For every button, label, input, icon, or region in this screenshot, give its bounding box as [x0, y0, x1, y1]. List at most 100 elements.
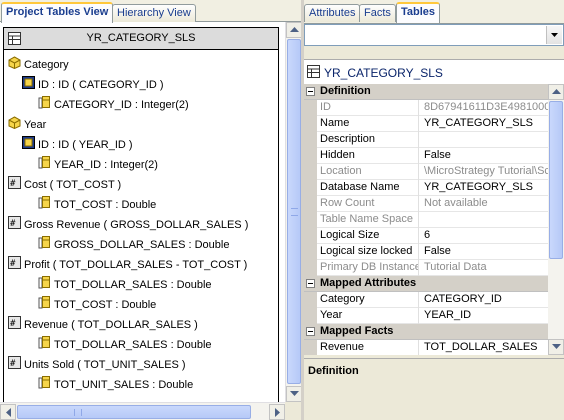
property-value[interactable]: CATEGORY_ID [422, 292, 548, 308]
attribute-icon [8, 116, 21, 134]
property-category[interactable]: Mapped Attributes [304, 276, 548, 292]
property-row[interactable]: Location \MicroStrategy Tutorial\Sc [304, 164, 548, 180]
tree-item[interactable]: # Gross Revenue ( GROSS_DOLLAR_SALES ) [8, 216, 248, 234]
column-icon [38, 196, 51, 214]
property-category[interactable]: Mapped Facts [304, 324, 548, 340]
scroll-left-button[interactable] [0, 404, 16, 420]
property-row[interactable]: Logical Size 6 [304, 228, 548, 244]
property-row[interactable]: Hidden False [304, 148, 548, 164]
property-row[interactable]: ID 8D67941611D3E4981000 [304, 100, 548, 116]
tab-project-tables-view[interactable]: Project Tables View [1, 2, 114, 23]
fact-icon: # [8, 316, 21, 334]
tree-item-label: Year [24, 119, 47, 131]
tree-item[interactable]: ID : ID ( YEAR_ID ) [22, 136, 133, 154]
scroll-up-button[interactable] [548, 84, 564, 100]
property-row-margin [304, 100, 317, 116]
table-card-header[interactable]: YR_CATEGORY_SLS [4, 28, 278, 50]
tree-item-label: TOT_UNIT_SALES : Double [54, 379, 194, 391]
tree-item[interactable]: # Units Sold ( TOT_UNIT_SALES ) [8, 356, 186, 374]
tree-item[interactable]: TOT_UNIT_SALES : Double [38, 376, 193, 394]
property-row[interactable]: Description [304, 132, 548, 148]
scroll-up-button[interactable] [286, 22, 302, 38]
property-value[interactable]: YEAR_ID [422, 308, 548, 324]
description-panel: Definition [304, 358, 564, 420]
dropdown-button[interactable] [546, 26, 562, 44]
property-value[interactable] [422, 132, 548, 148]
table-icon [307, 65, 320, 81]
column-icon [38, 236, 51, 254]
property-row[interactable]: Revenue TOT_DOLLAR_SALES [304, 340, 548, 355]
scroll-grip [291, 208, 298, 216]
property-name: Name [318, 116, 419, 132]
property-name: Logical size locked [318, 244, 419, 260]
tree-item-label: CATEGORY_ID : Integer(2) [54, 99, 189, 111]
tree-item[interactable]: Category [8, 56, 69, 74]
property-row[interactable]: Row Count Not available [304, 196, 548, 212]
properties-vertical-scrollbar[interactable] [548, 84, 564, 355]
table-card[interactable]: YR_CATEGORY_SLS Category ID : ID ( CATEGO… [3, 27, 279, 402]
property-row[interactable]: Name YR_CATEGORY_SLS [304, 116, 548, 132]
property-value[interactable]: YR_CATEGORY_SLS [422, 180, 548, 196]
property-row[interactable]: Table Name Space [304, 212, 548, 228]
left-vertical-scrollbar[interactable] [285, 22, 302, 402]
tree-item[interactable]: Year [8, 116, 46, 134]
collapse-icon[interactable] [306, 87, 315, 96]
property-value[interactable]: 6 [422, 228, 548, 244]
property-value[interactable]: TOT_DOLLAR_SALES [422, 340, 548, 355]
property-name: Primary DB Instance [318, 260, 419, 276]
tree-item[interactable]: GROSS_DOLLAR_SALES : Double [38, 236, 229, 254]
property-name: Database Name [318, 180, 419, 196]
tree-item[interactable]: TOT_DOLLAR_SALES : Double [38, 336, 212, 354]
left-horizontal-scrollbar[interactable] [0, 402, 285, 420]
svg-text:#: # [10, 359, 16, 369]
tab-hierarchy-view[interactable]: Hierarchy View [112, 4, 196, 22]
tab-tables[interactable]: Tables [396, 2, 441, 23]
property-row[interactable]: Year YEAR_ID [304, 308, 548, 324]
tree-item[interactable]: # Revenue ( TOT_DOLLAR_SALES ) [8, 316, 198, 334]
scroll-down-button[interactable] [286, 386, 302, 402]
scroll-thumb[interactable] [549, 101, 563, 259]
tree-item[interactable]: ID : ID ( CATEGORY_ID ) [22, 76, 164, 94]
fact-icon: # [8, 176, 21, 194]
property-value[interactable]: False [422, 148, 548, 164]
property-row[interactable]: Category CATEGORY_ID [304, 292, 548, 308]
tree-item[interactable]: # Profit ( TOT_DOLLAR_SALES - TOT_COST ) [8, 256, 247, 274]
column-icon [38, 336, 51, 354]
arrow-down-icon [290, 391, 299, 396]
tree-item[interactable]: TOT_COST : Double [38, 296, 156, 314]
property-value[interactable]: YR_CATEGORY_SLS [422, 116, 548, 132]
scroll-thumb[interactable] [287, 39, 301, 384]
tree-item-label: GROSS_DOLLAR_SALES : Double [54, 239, 230, 251]
scrollbar-corner [285, 402, 301, 420]
object-selector-dropdown[interactable] [304, 24, 564, 46]
property-row-margin [304, 292, 317, 308]
horizontal-scroll-thumb[interactable] [17, 405, 251, 419]
property-row-margin [304, 164, 317, 180]
arrow-up-icon [552, 89, 561, 94]
property-value: 8D67941611D3E4981000 [424, 101, 548, 113]
property-name: ID [318, 100, 419, 116]
tree-item[interactable]: CATEGORY_ID : Integer(2) [38, 96, 189, 114]
scroll-right-button[interactable] [269, 404, 285, 420]
property-name: Logical Size [318, 228, 419, 244]
tree-item[interactable]: TOT_COST : Double [38, 196, 156, 214]
tree-item-label: Cost ( TOT_COST ) [24, 179, 122, 191]
attribute-icon [8, 56, 21, 74]
scroll-down-button[interactable] [548, 339, 564, 355]
svg-text:#: # [10, 319, 16, 329]
tab-attributes[interactable]: Attributes [304, 4, 361, 22]
property-row[interactable]: Primary DB Instance Tutorial Data [304, 260, 548, 276]
tree-item[interactable]: # Cost ( TOT_COST ) [8, 176, 121, 194]
tab-facts[interactable]: Facts [359, 4, 396, 22]
collapse-icon[interactable] [306, 327, 315, 336]
collapse-icon[interactable] [306, 279, 315, 288]
tree-item-label: Profit ( TOT_DOLLAR_SALES - TOT_COST ) [24, 259, 248, 271]
property-row[interactable]: Database Name YR_CATEGORY_SLS [304, 180, 548, 196]
property-category[interactable]: Definition [304, 84, 548, 100]
property-value[interactable]: False [422, 244, 548, 260]
property-row[interactable]: Logical size locked False [304, 244, 548, 260]
tree-item[interactable]: YEAR_ID : Integer(2) [38, 156, 158, 174]
property-row-margin [304, 228, 317, 244]
properties-object-title: YR_CATEGORY_SLS [324, 66, 443, 80]
tree-item[interactable]: TOT_DOLLAR_SALES : Double [38, 276, 212, 294]
